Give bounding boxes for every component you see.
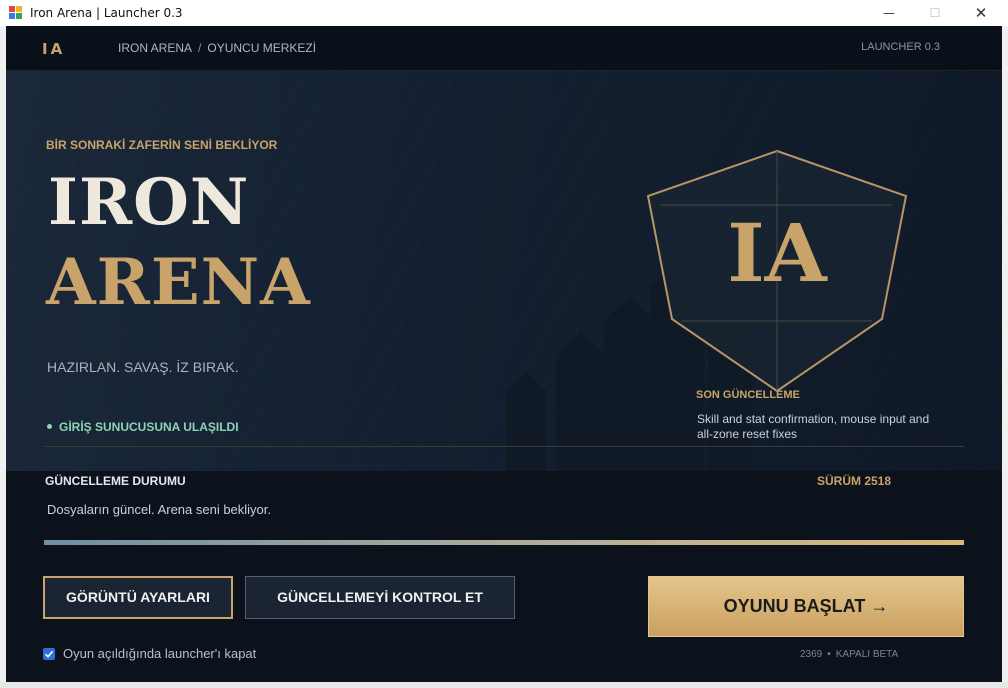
breadcrumb-separator: / [198,41,202,55]
update-progress-bar [44,540,964,545]
window-titlebar[interactable]: Iron Arena | Launcher 0.3 — ☐ ✕ [0,0,1008,27]
release-channel: KAPALI BETA [835,649,899,660]
emblem-monogram: IA [727,206,827,300]
close-button[interactable]: ✕ [958,0,1004,26]
launcher-app: IA IRON ARENA / OYUNCU MERKEZİ LAUNCHER 0.… [6,26,1002,682]
update-status-message: Dosyaların güncel. Arena seni bekliyor. [47,502,272,517]
build-number: 2369 [800,649,823,660]
hero-slogan: HAZIRLAN. SAVAŞ. İZ BIRAK. [47,359,239,375]
game-title-line2: ARENA [46,245,311,320]
window-title: Iron Arena | Launcher 0.3 [30,6,183,20]
close-on-launch-option[interactable]: Oyun açıldığında launcher'ı kapat [43,646,256,661]
check-update-button[interactable]: GÜNCELLEMEYİ KONTROL ET [245,576,515,619]
breadcrumb-item-iron-arena[interactable]: IRON ARENA [118,41,192,55]
window-border-bottom [0,682,1008,688]
update-progress-fill [44,540,964,545]
game-title-line1: IRON [48,165,250,240]
display-settings-button[interactable]: GÖRÜNTÜ AYARLARI [43,576,233,619]
section-divider [44,446,964,447]
build-info-separator: • [827,649,831,660]
build-version-label: SÜRÜM 2518 [817,474,892,488]
last-update-title: SON GÜNCELLEME [696,389,800,401]
build-info: 2369 • KAPALI BETA [800,649,898,660]
server-status: GİRİŞ SUNUCUSUNA ULAŞILDI [47,420,239,434]
window-border-right [1002,26,1008,688]
breadcrumb-item-player-center[interactable]: OYUNCU MERKEZİ [207,41,316,55]
launcher-version: LAUNCHER 0.3 [861,41,940,53]
status-dot-icon [47,424,52,430]
app-icon [9,6,23,20]
maximize-button[interactable]: ☐ [912,0,958,26]
play-button[interactable]: OYUNU BAŞLAT → [648,576,964,637]
close-on-launch-label: Oyun açıldığında launcher'ı kapat [63,646,257,661]
hero-tagline: BİR SONRAKİ ZAFERİN SENİ BEKLİYOR [46,138,278,152]
minimize-button[interactable]: — [866,0,912,26]
breadcrumb: IRON ARENA / OYUNCU MERKEZİ [118,41,316,55]
server-status-text: GİRİŞ SUNUCUSUNA ULAŞILDI [59,420,239,434]
update-status-title: GÜNCELLEME DURUMU [45,474,186,488]
top-navbar: IA IRON ARENA / OYUNCU MERKEZİ LAUNCHER 0.… [6,26,1002,71]
checkmark-icon [44,650,54,658]
close-on-launch-checkbox[interactable] [43,647,55,660]
last-update-text: Skill and stat confirmation, mouse input… [697,412,930,441]
hero-banner: BİR SONRAKİ ZAFERİN SENİ BEKLİYOR IRON A… [6,71,1002,471]
nav-logo[interactable]: IA [42,40,65,58]
